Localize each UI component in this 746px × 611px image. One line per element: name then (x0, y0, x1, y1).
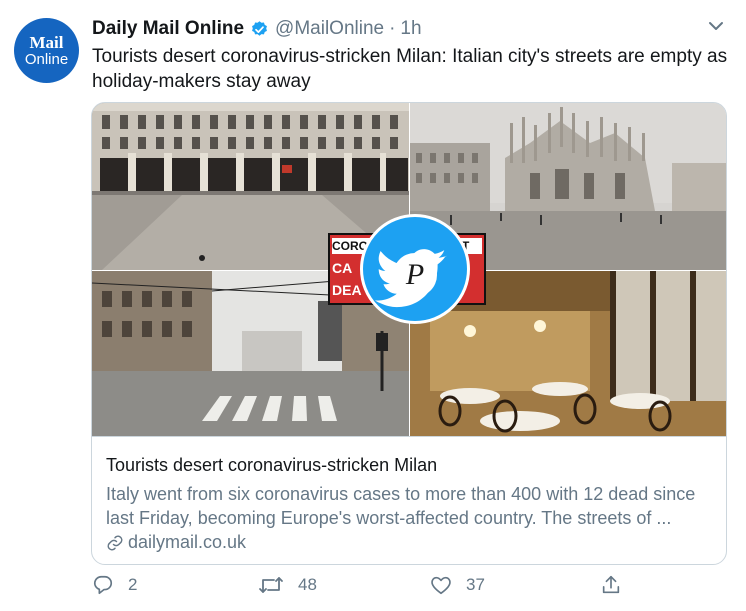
tweet-header: Daily Mail Online @MailOnline · 1h (92, 16, 422, 42)
link-card[interactable]: CORO CA DEA ST P Tourists desert coronav… (91, 102, 727, 565)
reply-icon (93, 575, 113, 595)
tweet[interactable]: Mail Online Daily Mail Online @MailOnlin… (0, 0, 746, 611)
tweet-text: Tourists desert coronavirus-stricken Mil… (92, 46, 728, 92)
retweet-icon (259, 577, 283, 593)
heart-icon (431, 576, 451, 595)
author-handle[interactable]: @MailOnline (275, 18, 384, 40)
author-name[interactable]: Daily Mail Online (92, 18, 244, 40)
chevron-down-icon[interactable] (706, 16, 726, 36)
avatar-text-online: Online (24, 51, 69, 68)
reply-count: 2 (128, 575, 138, 594)
like-button[interactable]: 37 (430, 574, 485, 596)
tweet-actions: 2 48 37 (92, 574, 732, 604)
avatar-text-mail: Mail (29, 33, 64, 52)
watermark-letter: P (393, 253, 437, 297)
reply-button[interactable]: 2 (92, 574, 137, 596)
card-link[interactable]: dailymail.co.uk (106, 532, 246, 553)
separator-dot: · (389, 18, 396, 39)
card-body[interactable]: Tourists desert coronavirus-stricken Mil… (92, 436, 726, 564)
watermark-badge: P (360, 214, 470, 324)
share-icon (602, 575, 620, 594)
card-title: Tourists desert coronavirus-stricken Mil… (106, 455, 438, 475)
card-description: Italy went from six coronavirus cases to… (106, 484, 696, 528)
retweet-button[interactable]: 48 (258, 574, 317, 596)
share-button[interactable] (600, 574, 636, 596)
card-image-collage[interactable]: CORO CA DEA ST P (92, 103, 726, 436)
verified-badge-icon (252, 20, 267, 36)
retweet-count: 48 (298, 575, 317, 594)
timestamp[interactable]: 1h (400, 18, 421, 40)
link-icon (107, 535, 123, 550)
avatar[interactable]: Mail Online (14, 18, 79, 83)
card-link-domain: dailymail.co.uk (128, 532, 247, 552)
like-count: 37 (466, 575, 485, 594)
